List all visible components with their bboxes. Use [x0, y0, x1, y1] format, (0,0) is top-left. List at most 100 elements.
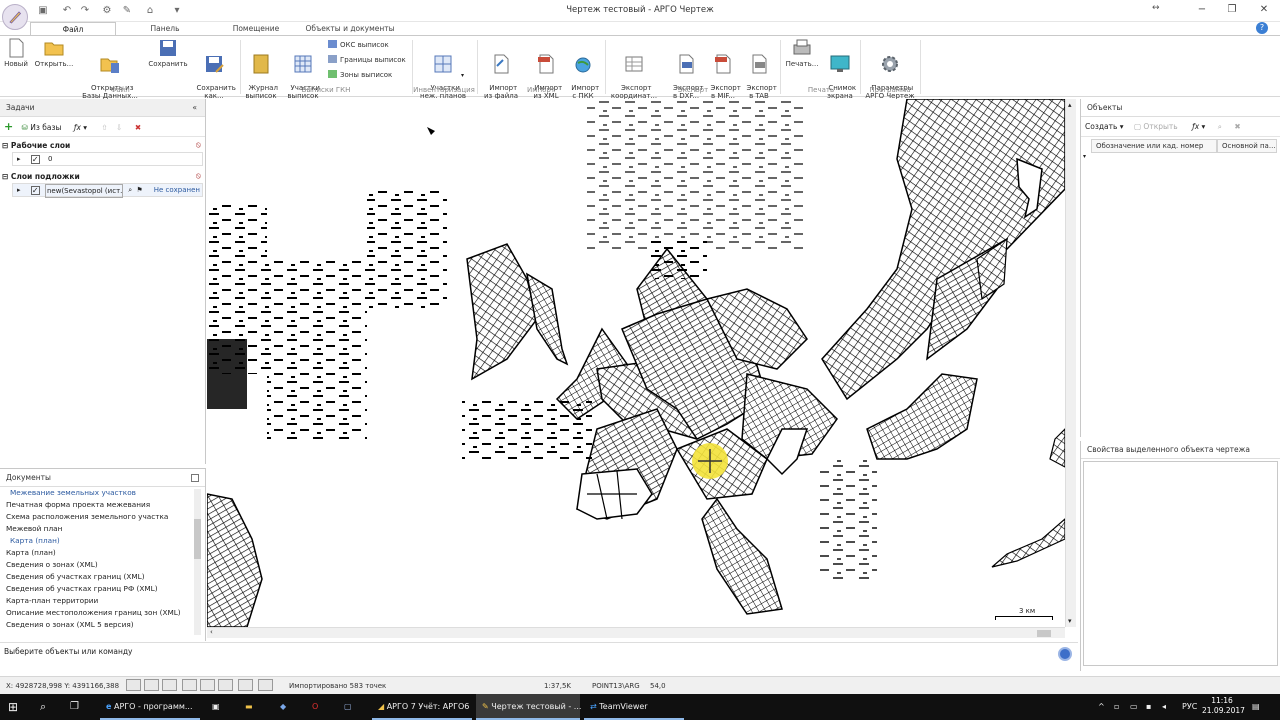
- doc-item[interactable]: Карта-план территории: [0, 595, 205, 607]
- taskbar-item-drawing[interactable]: ✎ Чертеж тестовый - ...: [476, 694, 581, 720]
- map-vertical-scrollbar[interactable]: ▴ ▾: [1065, 99, 1076, 627]
- app-logo-button[interactable]: [2, 4, 28, 30]
- explorer-icon[interactable]: ▬: [245, 694, 263, 720]
- clock[interactable]: 11:16 21.09.2017: [1202, 696, 1245, 716]
- import-xml-button[interactable]: Импорт из XML: [526, 38, 566, 100]
- scroll-left-icon[interactable]: ‹: [210, 628, 213, 636]
- save-button[interactable]: Сохранить: [148, 38, 188, 84]
- command-line[interactable]: Выберите объекты или команду: [0, 642, 1078, 660]
- base-layer-row[interactable]: ▸ ✓ new(Sevastopol (ист... ⌕ ⚑ Не сохран…: [12, 183, 203, 198]
- map-horizontal-scrollbar[interactable]: ‹: [207, 627, 1065, 638]
- column-header-main[interactable]: Основной па...: [1217, 139, 1277, 153]
- close-button[interactable]: ✕: [1248, 2, 1280, 18]
- from-db-button[interactable]: ⛁ Из базы: [22, 123, 62, 132]
- documents-scrollbar[interactable]: [194, 489, 201, 635]
- volume-icon[interactable]: ◂: [1162, 694, 1174, 720]
- save-as-button[interactable]: Сохранить как...: [192, 38, 236, 100]
- snap-table-icon[interactable]: [258, 679, 273, 691]
- column-header-designation[interactable]: Обозначение или кад. номер: [1091, 139, 1217, 153]
- hide-layers-icon[interactable]: ⦸: [196, 140, 201, 150]
- hide-layers-icon[interactable]: ⦸: [196, 171, 201, 181]
- expand-icon[interactable]: ▸: [17, 186, 21, 194]
- export-dxf-button[interactable]: Экспорт в DXF...: [668, 38, 704, 100]
- notifications-icon[interactable]: ▤: [1252, 694, 1268, 720]
- doc-item[interactable]: Межевой план: [0, 523, 205, 535]
- window-icon[interactable]: ▢: [344, 694, 362, 720]
- language-indicator[interactable]: РУС: [1182, 694, 1202, 720]
- maximize-button[interactable]: ❐: [1216, 2, 1248, 18]
- parcels-extracts-button[interactable]: Участки выписок: [283, 38, 323, 100]
- search-icon[interactable]: ⌕: [40, 694, 56, 720]
- filter-icon[interactable]: ▾: [1083, 153, 1086, 160]
- store-icon[interactable]: ▣: [212, 694, 230, 720]
- taskbar-item-teamviewer[interactable]: ⇄ TeamViewer: [584, 694, 684, 720]
- windows-start-icon[interactable]: ⊞: [8, 694, 28, 720]
- snap-point-icon[interactable]: [162, 679, 177, 691]
- tab-file[interactable]: Файл: [30, 22, 116, 36]
- snap-angle-icon[interactable]: [182, 679, 197, 691]
- export-coords-button[interactable]: Экспорт координат...: [608, 38, 660, 100]
- binoculars-icon[interactable]: ⌕: [128, 186, 132, 194]
- doc-item[interactable]: Сведения о зонах (XML): [0, 559, 205, 571]
- doc-item[interactable]: Описание местоположения границ зон (XML): [0, 607, 205, 619]
- add-icon[interactable]: +: [4, 120, 13, 133]
- function-icon[interactable]: ƒx ▾: [1192, 122, 1205, 131]
- export-mif-button[interactable]: Экспорт в MIF...: [706, 38, 741, 100]
- working-layers-header[interactable]: ⊟ Рабочие слои: [0, 139, 205, 152]
- chevron-down-icon[interactable]: ▾: [170, 4, 184, 18]
- settings-icon[interactable]: ⚙: [100, 4, 114, 18]
- app-icon[interactable]: ◆: [280, 694, 298, 720]
- tab-toolbar[interactable]: Панель инструментов: [122, 22, 208, 47]
- collapse-icon[interactable]: «: [192, 99, 197, 117]
- network-icon[interactable]: ▭: [1130, 694, 1142, 720]
- import-file-button[interactable]: Импорт из файла: [480, 38, 522, 100]
- open-button[interactable]: ▢ Открыть: [1134, 122, 1178, 131]
- help-globe-icon[interactable]: [1058, 647, 1072, 661]
- delete-icon[interactable]: ✖: [1234, 122, 1240, 131]
- home-icon[interactable]: ⌂: [143, 4, 157, 18]
- snap-vertex-icon[interactable]: [238, 679, 253, 691]
- doc-item[interactable]: Карта (план): [0, 547, 205, 559]
- doc-item[interactable]: Сведения об участках границ (XML): [0, 571, 205, 583]
- redo-icon[interactable]: ↷: [78, 4, 92, 18]
- snap-slash-icon[interactable]: [218, 679, 233, 691]
- scroll-down-icon[interactable]: ▾: [1068, 617, 1072, 625]
- tools-icon[interactable]: ✎: [120, 4, 134, 18]
- help-icon[interactable]: ?: [1256, 22, 1268, 34]
- zones-extracts-button[interactable]: Зоны выписок: [328, 70, 392, 81]
- oks-extracts-button[interactable]: ОКС выписок: [328, 40, 389, 51]
- borders-extracts-button[interactable]: Границы выписок: [328, 55, 406, 66]
- layer-visible-checkbox[interactable]: ✓: [30, 155, 40, 164]
- expand-icon[interactable]: ▸: [17, 155, 21, 163]
- scroll-up-icon[interactable]: ▴: [1068, 101, 1072, 109]
- task-view-icon[interactable]: ❐: [70, 694, 88, 720]
- taskbar-item-ie[interactable]: e АРГО - программ...: [100, 694, 200, 720]
- doc-item[interactable]: Схема расположения земельного участка: [0, 511, 205, 523]
- open-db-button[interactable]: Открыть из Базы Данных...: [80, 38, 140, 100]
- journal-button[interactable]: Журнал выписок: [243, 38, 279, 100]
- doc-item[interactable]: Сведения об участках границ РФ (XML): [0, 583, 205, 595]
- tray-app2-icon[interactable]: ▪: [1146, 694, 1158, 720]
- tab-room[interactable]: Помещение: [226, 22, 286, 36]
- program-settings-button[interactable]: Параметры АРГО Чертеж: [862, 38, 918, 100]
- taskbar-item-argo7[interactable]: ◢ АРГО 7 Учёт: АРГО6: [372, 694, 472, 720]
- maximize-panel-icon[interactable]: [191, 474, 199, 482]
- doc-item[interactable]: Печатная форма проекта межевания: [0, 499, 205, 511]
- scrollbar-thumb[interactable]: [194, 519, 201, 559]
- doc-item[interactable]: Сведения о зонах (XML 5 версия): [0, 619, 205, 631]
- tab-objects-docs[interactable]: Объекты и документы: [300, 22, 400, 36]
- move-down-icon[interactable]: ⇩: [116, 123, 122, 132]
- print-button[interactable]: Печать...: [783, 38, 821, 84]
- function-icon[interactable]: ƒx ▾: [74, 123, 87, 132]
- open-button[interactable]: Открыть...: [32, 38, 76, 84]
- new-button[interactable]: Новый: [2, 38, 30, 84]
- layer-visible-checkbox[interactable]: ✓: [30, 186, 40, 195]
- create-button[interactable]: Создать ▾: [1085, 122, 1124, 131]
- resize-icon[interactable]: ↔: [1152, 3, 1160, 13]
- save-icon[interactable]: ▣: [36, 4, 50, 18]
- base-layers-header[interactable]: ⊟ Слои подложки: [0, 170, 205, 183]
- import-pkk-button[interactable]: Импорт с ПКК: [566, 38, 600, 100]
- move-up-icon[interactable]: ⇧: [101, 123, 107, 132]
- map-canvas[interactable]: 3 км: [207, 99, 1065, 627]
- snap-cross-icon[interactable]: [200, 679, 215, 691]
